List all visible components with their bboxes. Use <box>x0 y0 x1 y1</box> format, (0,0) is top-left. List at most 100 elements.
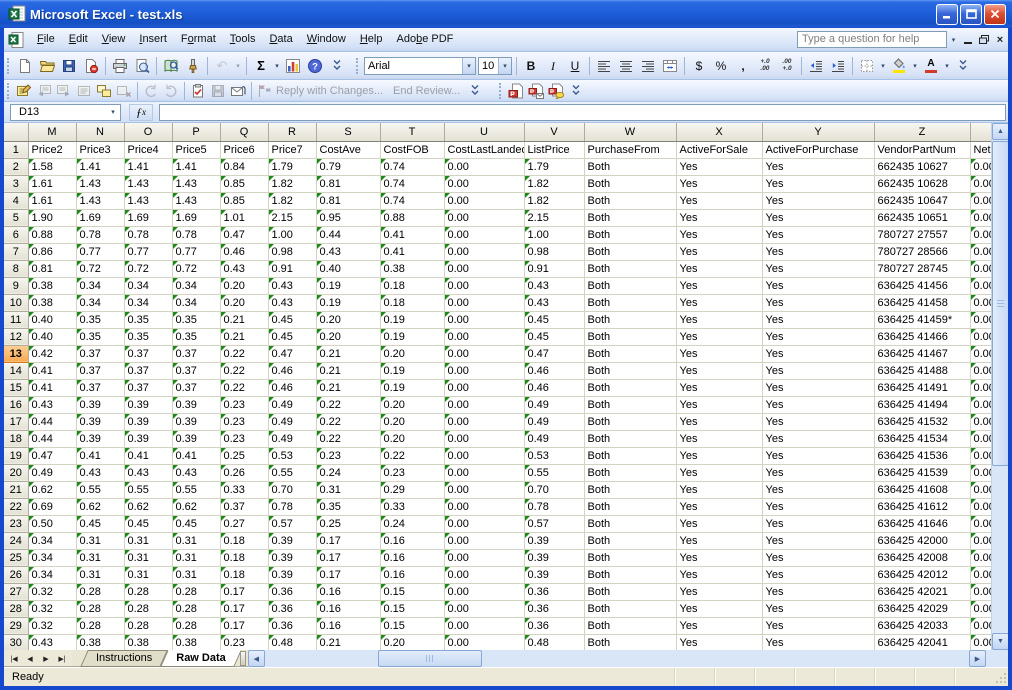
row-header-15[interactable]: 15 <box>4 379 28 396</box>
cell-W4[interactable]: Both <box>584 192 676 209</box>
cell-U22[interactable]: 0.00 <box>444 498 524 515</box>
cell-Q4[interactable]: 0.85 <box>220 192 268 209</box>
cell-R12[interactable]: 0.45 <box>268 328 316 345</box>
cell-S5[interactable]: 0.95 <box>316 209 380 226</box>
cell-S7[interactable]: 0.43 <box>316 243 380 260</box>
cell-AA19[interactable]: 0.00 <box>970 447 991 464</box>
cell-X3[interactable]: Yes <box>676 175 762 192</box>
cell-Y12[interactable]: Yes <box>762 328 874 345</box>
cell-U1[interactable]: CostLastLanded <box>444 141 524 158</box>
cell-Y3[interactable]: Yes <box>762 175 874 192</box>
cell-V15[interactable]: 0.46 <box>524 379 584 396</box>
cell-AA4[interactable]: 0.00 <box>970 192 991 209</box>
cell-R4[interactable]: 1.82 <box>268 192 316 209</box>
cell-W15[interactable]: Both <box>584 379 676 396</box>
cell-N24[interactable]: 0.31 <box>76 532 124 549</box>
undo-icon[interactable]: ↶ <box>211 56 233 76</box>
cell-S10[interactable]: 0.19 <box>316 294 380 311</box>
h-scroll-thumb[interactable] <box>378 650 482 667</box>
comma-icon[interactable]: , <box>732 56 754 76</box>
scroll-right-icon[interactable]: ▶ <box>969 650 986 667</box>
cell-V24[interactable]: 0.39 <box>524 532 584 549</box>
cell-Y29[interactable]: Yes <box>762 617 874 634</box>
convert-to-adobe-pdf-icon[interactable] <box>506 82 526 100</box>
cell-X17[interactable]: Yes <box>676 413 762 430</box>
cell-Y18[interactable]: Yes <box>762 430 874 447</box>
cell-N4[interactable]: 1.43 <box>76 192 124 209</box>
cell-M9[interactable]: 0.38 <box>28 277 76 294</box>
row-header-18[interactable]: 18 <box>4 430 28 447</box>
close-button[interactable] <box>984 4 1006 25</box>
cell-Q13[interactable]: 0.22 <box>220 345 268 362</box>
cell-X27[interactable]: Yes <box>676 583 762 600</box>
cell-Z2[interactable]: 662435 10627 <box>874 158 970 175</box>
cell-Y16[interactable]: Yes <box>762 396 874 413</box>
cell-M14[interactable]: 0.41 <box>28 362 76 379</box>
cell-X7[interactable]: Yes <box>676 243 762 260</box>
cell-V3[interactable]: 1.82 <box>524 175 584 192</box>
cell-Z8[interactable]: 780727 28745 <box>874 260 970 277</box>
cell-M8[interactable]: 0.81 <box>28 260 76 277</box>
cell-U30[interactable]: 0.00 <box>444 634 524 650</box>
cell-W27[interactable]: Both <box>584 583 676 600</box>
cell-X21[interactable]: Yes <box>676 481 762 498</box>
row-header-26[interactable]: 26 <box>4 566 28 583</box>
cell-W5[interactable]: Both <box>584 209 676 226</box>
row-header-19[interactable]: 19 <box>4 447 28 464</box>
cell-O15[interactable]: 0.37 <box>124 379 172 396</box>
cell-V1[interactable]: ListPrice <box>524 141 584 158</box>
cell-W8[interactable]: Both <box>584 260 676 277</box>
track-changes-icon[interactable] <box>188 82 208 100</box>
cell-P9[interactable]: 0.34 <box>172 277 220 294</box>
cell-S11[interactable]: 0.20 <box>316 311 380 328</box>
cell-U14[interactable]: 0.00 <box>444 362 524 379</box>
cell-P29[interactable]: 0.28 <box>172 617 220 634</box>
undo-dropdown-icon[interactable]: ▾ <box>233 56 243 76</box>
menu-view[interactable]: View <box>95 30 133 49</box>
cell-T27[interactable]: 0.15 <box>380 583 444 600</box>
cell-W3[interactable]: Both <box>584 175 676 192</box>
cell-N30[interactable]: 0.38 <box>76 634 124 650</box>
column-header-Y[interactable]: Y <box>762 123 874 141</box>
minimize-button[interactable] <box>936 4 958 25</box>
v-scroll-thumb[interactable] <box>992 141 1008 466</box>
cell-S25[interactable]: 0.17 <box>316 549 380 566</box>
cell-P16[interactable]: 0.39 <box>172 396 220 413</box>
cell-V23[interactable]: 0.57 <box>524 515 584 532</box>
cell-X16[interactable]: Yes <box>676 396 762 413</box>
cell-Q27[interactable]: 0.17 <box>220 583 268 600</box>
cell-AA24[interactable]: 0.00 <box>970 532 991 549</box>
cell-Y28[interactable]: Yes <box>762 600 874 617</box>
cell-P21[interactable]: 0.55 <box>172 481 220 498</box>
cell-P10[interactable]: 0.34 <box>172 294 220 311</box>
cell-W2[interactable]: Both <box>584 158 676 175</box>
scroll-up-icon[interactable]: ▲ <box>992 123 1008 140</box>
menu-format[interactable]: Format <box>174 30 223 49</box>
column-header-partial[interactable] <box>970 123 991 141</box>
cell-Z19[interactable]: 636425 41536 <box>874 447 970 464</box>
cell-X1[interactable]: ActiveForSale <box>676 141 762 158</box>
cell-M30[interactable]: 0.43 <box>28 634 76 650</box>
cell-Y7[interactable]: Yes <box>762 243 874 260</box>
cell-T30[interactable]: 0.20 <box>380 634 444 650</box>
cell-T20[interactable]: 0.23 <box>380 464 444 481</box>
cell-O22[interactable]: 0.62 <box>124 498 172 515</box>
cell-M18[interactable]: 0.44 <box>28 430 76 447</box>
cell-Q30[interactable]: 0.23 <box>220 634 268 650</box>
cell-Q10[interactable]: 0.20 <box>220 294 268 311</box>
cell-S18[interactable]: 0.22 <box>316 430 380 447</box>
cell-Q8[interactable]: 0.43 <box>220 260 268 277</box>
cell-M20[interactable]: 0.49 <box>28 464 76 481</box>
cell-Z17[interactable]: 636425 41532 <box>874 413 970 430</box>
cell-Z22[interactable]: 636425 41612 <box>874 498 970 515</box>
cell-V11[interactable]: 0.45 <box>524 311 584 328</box>
cell-X25[interactable]: Yes <box>676 549 762 566</box>
cell-M23[interactable]: 0.50 <box>28 515 76 532</box>
cell-N5[interactable]: 1.69 <box>76 209 124 226</box>
menu-data[interactable]: Data <box>262 30 299 49</box>
cell-AA8[interactable]: 0.00 <box>970 260 991 277</box>
cell-N13[interactable]: 0.37 <box>76 345 124 362</box>
cell-U16[interactable]: 0.00 <box>444 396 524 413</box>
row-header-3[interactable]: 3 <box>4 175 28 192</box>
cell-Q15[interactable]: 0.22 <box>220 379 268 396</box>
